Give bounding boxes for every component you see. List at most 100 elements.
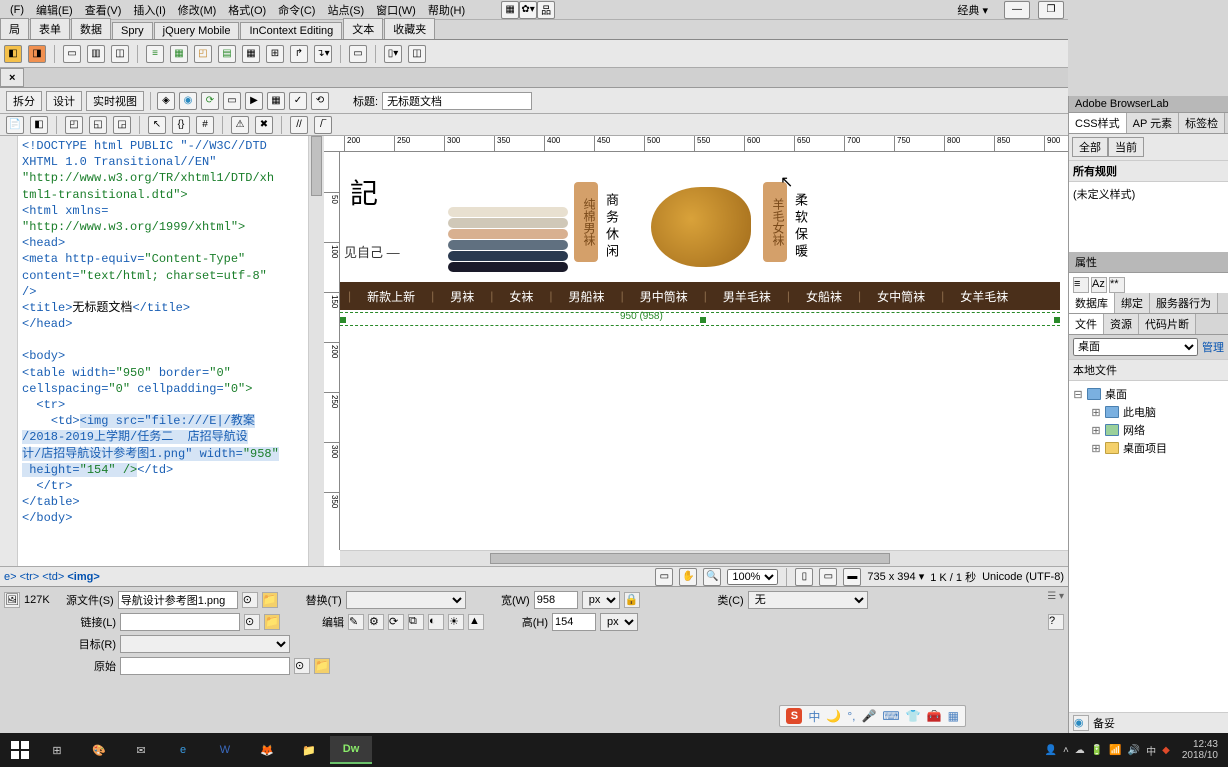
insert-spry-collapsible-icon[interactable]: ▤ (218, 45, 236, 63)
syntax-error-icon[interactable]: ✖ (255, 116, 273, 134)
ime-mic-icon[interactable]: 🎤 (861, 709, 876, 723)
files-tree[interactable]: ⊟桌面 ⊞此电脑 ⊞网络 ⊞桌面项目 (1069, 381, 1228, 712)
insert-iframe-icon[interactable]: ▭ (349, 45, 367, 63)
tray-wifi-icon[interactable]: 📶 (1109, 745, 1121, 756)
menu-commands[interactable]: 命令(C) (272, 2, 321, 18)
start-button[interactable] (4, 736, 36, 764)
link-input[interactable] (120, 613, 240, 631)
ime-mode[interactable]: 中 (808, 708, 820, 725)
site-select[interactable]: 桌面 (1073, 338, 1198, 356)
taskbar-app-firefox[interactable]: 🦊 (246, 736, 288, 764)
css-styles-tab[interactable]: CSS样式 (1069, 113, 1127, 133)
tray-volume-icon[interactable]: 🔊 (1128, 745, 1140, 756)
taskbar-app-dreamweaver[interactable]: Dw (330, 736, 372, 764)
browser-nav-icon[interactable]: ⟳ (201, 92, 219, 110)
update-from-orig-icon[interactable]: ⟳ (388, 614, 404, 630)
minimize-button[interactable]: — (1004, 1, 1030, 19)
ap-elements-tab[interactable]: AP 元素 (1127, 113, 1180, 133)
menu-insert[interactable]: 插入(I) (127, 2, 171, 18)
sharpen-icon[interactable]: ▲ (468, 614, 484, 630)
ime-keyboard-icon[interactable]: ⌨ (882, 709, 899, 723)
insert-frame-left-icon[interactable]: ◫ (408, 45, 426, 63)
width-unit-select[interactable]: px (582, 591, 620, 609)
resample-icon[interactable]: ◐ (428, 614, 444, 630)
show-set-icon[interactable]: ** (1109, 277, 1125, 293)
insert-spry-accordion-icon[interactable]: ◰ (194, 45, 212, 63)
ime-toolbox-icon[interactable]: 🧰 (927, 709, 942, 723)
view-live-button[interactable]: 实时视图 (86, 91, 144, 111)
desktop-size-icon[interactable]: ▬ (843, 568, 861, 586)
insert-spry-tab-icon[interactable]: ▦ (170, 45, 188, 63)
phone-size-icon[interactable]: ▯ (795, 568, 813, 586)
menu-modify[interactable]: 修改(M) (172, 2, 223, 18)
restore-button[interactable]: ❐ (1038, 1, 1064, 19)
collapse-tag-icon[interactable]: ◰ (65, 116, 83, 134)
edit-settings-icon[interactable]: ⚙ (368, 614, 384, 630)
code-scrollbar[interactable] (308, 136, 324, 566)
show-category-icon[interactable]: ≡ (1073, 277, 1089, 293)
apply-comment-icon[interactable]: // (290, 116, 308, 134)
collapse-selection-icon[interactable]: ◱ (89, 116, 107, 134)
insert-fluid-icon[interactable]: ▥ (87, 45, 105, 63)
tag-inspector-tab[interactable]: 标签检 (1179, 113, 1225, 133)
menu-format[interactable]: 格式(O) (222, 2, 272, 18)
open-doc-icon[interactable]: 📄 (6, 116, 24, 134)
tray-people-icon[interactable]: 👤 (1044, 745, 1056, 756)
insert-draw-ap-icon[interactable]: ◫ (111, 45, 129, 63)
ime-skin-icon[interactable]: 👕 (906, 709, 921, 723)
height-unit-select[interactable]: px (600, 613, 638, 631)
show-code-nav-icon[interactable]: ◧ (30, 116, 48, 134)
width-input[interactable] (534, 591, 578, 609)
tray-onedrive-icon[interactable]: ☁ (1075, 745, 1085, 756)
view-design-button[interactable]: 设计 (46, 91, 82, 111)
select-tool-icon[interactable]: ▭ (655, 568, 673, 586)
panel-options-icon[interactable]: ☰ ▾ (1047, 591, 1064, 602)
preview-icon[interactable]: ▶ (245, 92, 263, 110)
task-view-icon[interactable]: ⊞ (36, 736, 78, 764)
databases-tab[interactable]: 数据库 (1069, 293, 1115, 313)
tray-chevron-up-icon[interactable]: ˄ (1063, 745, 1069, 756)
insert-div-icon[interactable]: ▭ (63, 45, 81, 63)
insert-tab-spry[interactable]: Spry (112, 22, 153, 39)
insert-tab-jquery[interactable]: jQuery Mobile (154, 22, 240, 39)
line-numbers-icon[interactable]: # (196, 116, 214, 134)
title-input[interactable] (382, 92, 532, 110)
class-select[interactable]: 无 (748, 591, 868, 609)
design-scrollbar-horizontal[interactable] (340, 550, 1068, 566)
layout-icon[interactable]: ▦ (501, 1, 519, 19)
browse-folder-icon[interactable]: 📁 (264, 614, 280, 630)
log-icon[interactable]: ◉ (1073, 715, 1089, 731)
ime-toolbar[interactable]: S 中 🌙 °, 🎤 ⌨ 👕 🧰 ▦ (779, 705, 966, 727)
tray-battery-icon[interactable]: 🔋 (1091, 745, 1103, 756)
window-size[interactable]: 735 x 394 ▾ (867, 570, 924, 583)
document-tab[interactable]: × (0, 68, 24, 87)
point-to-file-icon[interactable]: ⊙ (242, 592, 258, 608)
insert-tabbed-icon[interactable]: ▦ (242, 45, 260, 63)
insert-tab-data[interactable]: 数据 (71, 18, 111, 39)
hand-tool-icon[interactable]: ✋ (679, 568, 697, 586)
balance-braces-icon[interactable]: {} (172, 116, 190, 134)
highlight-invalid-icon[interactable]: ⚠ (231, 116, 249, 134)
insert-frames-icon[interactable]: ▯▾ (384, 45, 402, 63)
height-input[interactable] (552, 613, 596, 631)
snippets-tab[interactable]: 代码片断 (1139, 314, 1196, 334)
workspace-layout-dropdown[interactable]: 经典 ▾ (949, 2, 996, 18)
menu-view[interactable]: 查看(V) (79, 2, 128, 18)
insert-tab-layout[interactable]: 局 (0, 18, 29, 39)
orig-input[interactable] (120, 657, 290, 675)
design-canvas[interactable]: 記 见自己 — 纯棉男袜 商务休闲 羊毛女袜 柔软保暖 |新款上新| (340, 152, 1068, 550)
code-view[interactable]: <!DOCTYPE html PUBLIC "-//W3C//DTD XHTML… (18, 136, 308, 566)
lock-aspect-icon[interactable]: 🔒 (624, 592, 640, 608)
taskbar-app-paint[interactable]: 🎨 (78, 736, 120, 764)
zoom-tool-icon[interactable]: 🔍 (703, 568, 721, 586)
taskbar-app-word[interactable]: W (204, 736, 246, 764)
validate-icon[interactable]: ✓ (289, 92, 307, 110)
crop-icon[interactable]: ⧉ (408, 614, 424, 630)
menu-edit[interactable]: 编辑(E) (30, 2, 79, 18)
edit-image-icon[interactable]: ✎ (348, 614, 364, 630)
insert-tab-favorites[interactable]: 收藏夹 (384, 18, 435, 39)
taskbar-app-explorer[interactable]: 📁 (288, 736, 330, 764)
tag-selector[interactable]: e> <tr> <td> <img> (4, 571, 314, 583)
refresh-icon[interactable]: ⟲ (311, 92, 329, 110)
browse-folder-icon[interactable]: 📁 (314, 658, 330, 674)
